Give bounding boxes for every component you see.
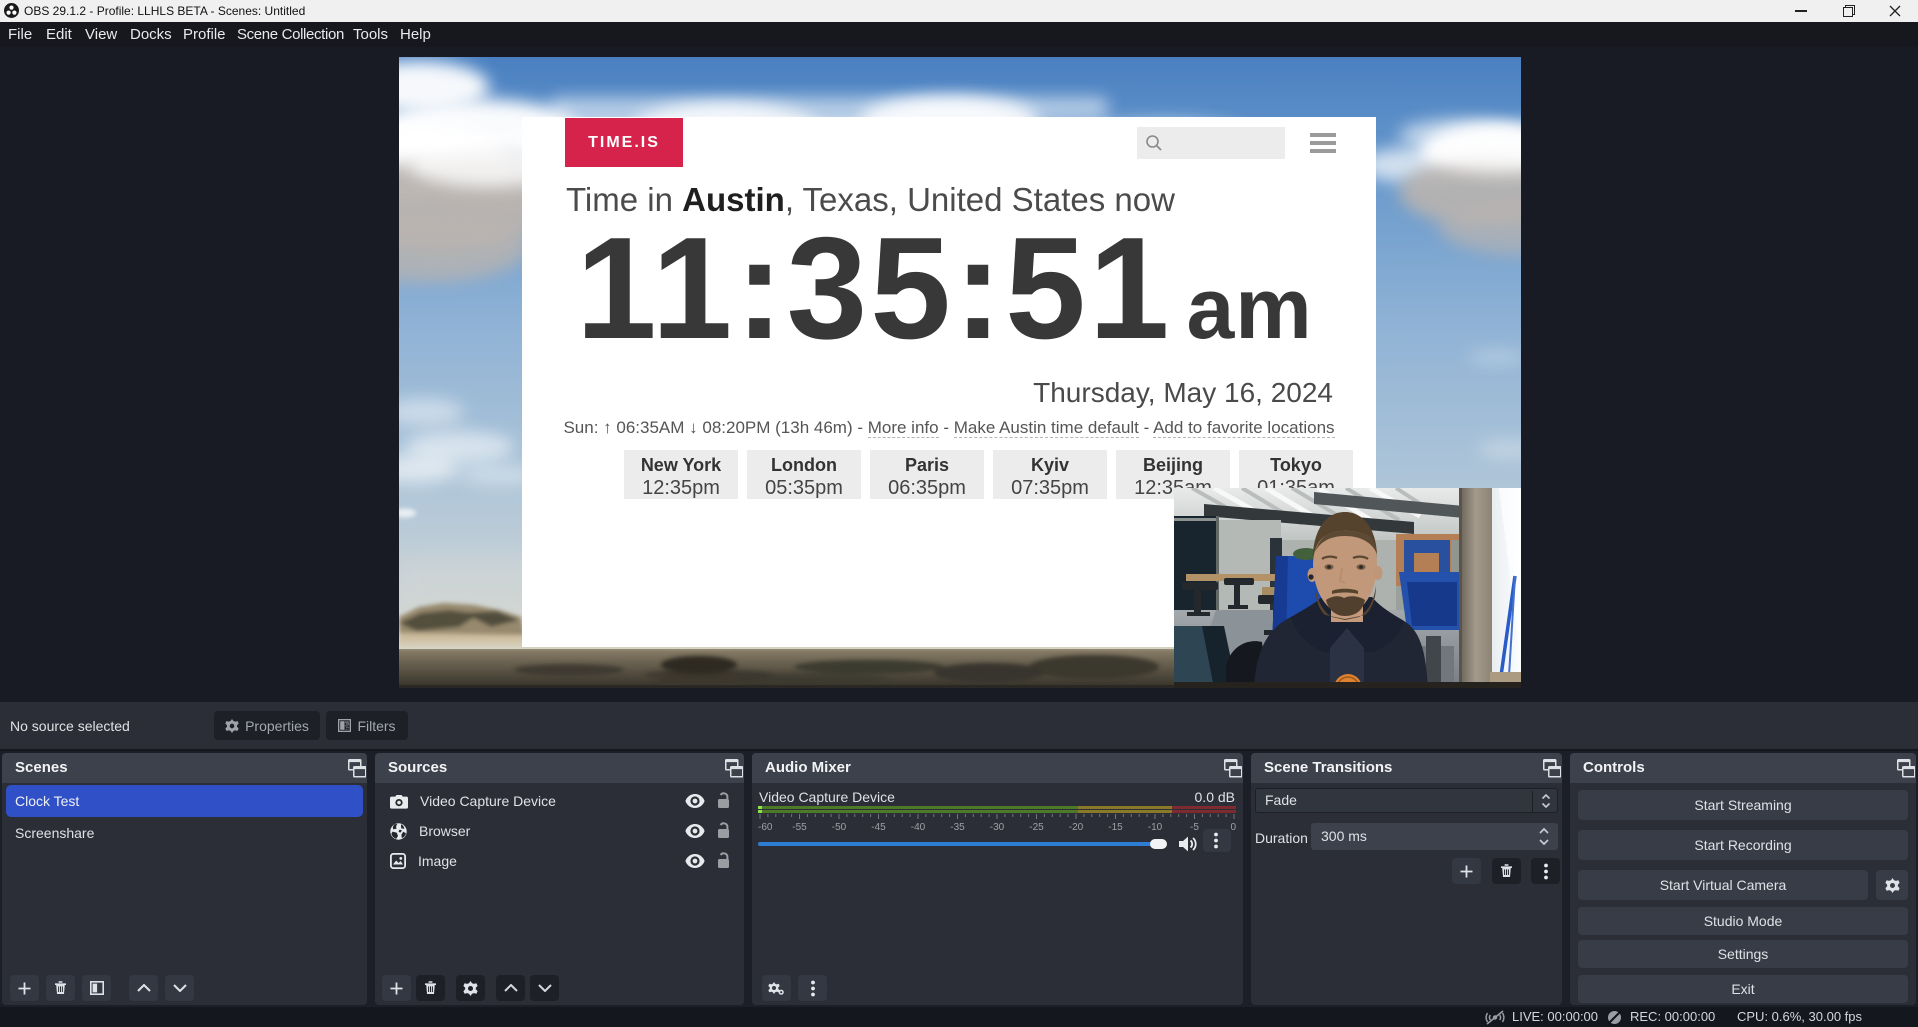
svg-text:-45: -45 bbox=[871, 822, 886, 833]
svg-text:-25: -25 bbox=[1029, 822, 1044, 833]
svg-text:-40: -40 bbox=[911, 822, 926, 833]
svg-text:0: 0 bbox=[1230, 822, 1236, 833]
svg-text:-10: -10 bbox=[1148, 822, 1163, 833]
svg-text:-60: -60 bbox=[758, 822, 773, 833]
svg-text:-30: -30 bbox=[990, 822, 1005, 833]
svg-text:-50: -50 bbox=[832, 822, 847, 833]
svg-text:-20: -20 bbox=[1069, 822, 1084, 833]
svg-text:-35: -35 bbox=[950, 822, 965, 833]
svg-text:-5: -5 bbox=[1190, 822, 1199, 833]
svg-text:-55: -55 bbox=[792, 822, 807, 833]
svg-text:-15: -15 bbox=[1108, 822, 1123, 833]
